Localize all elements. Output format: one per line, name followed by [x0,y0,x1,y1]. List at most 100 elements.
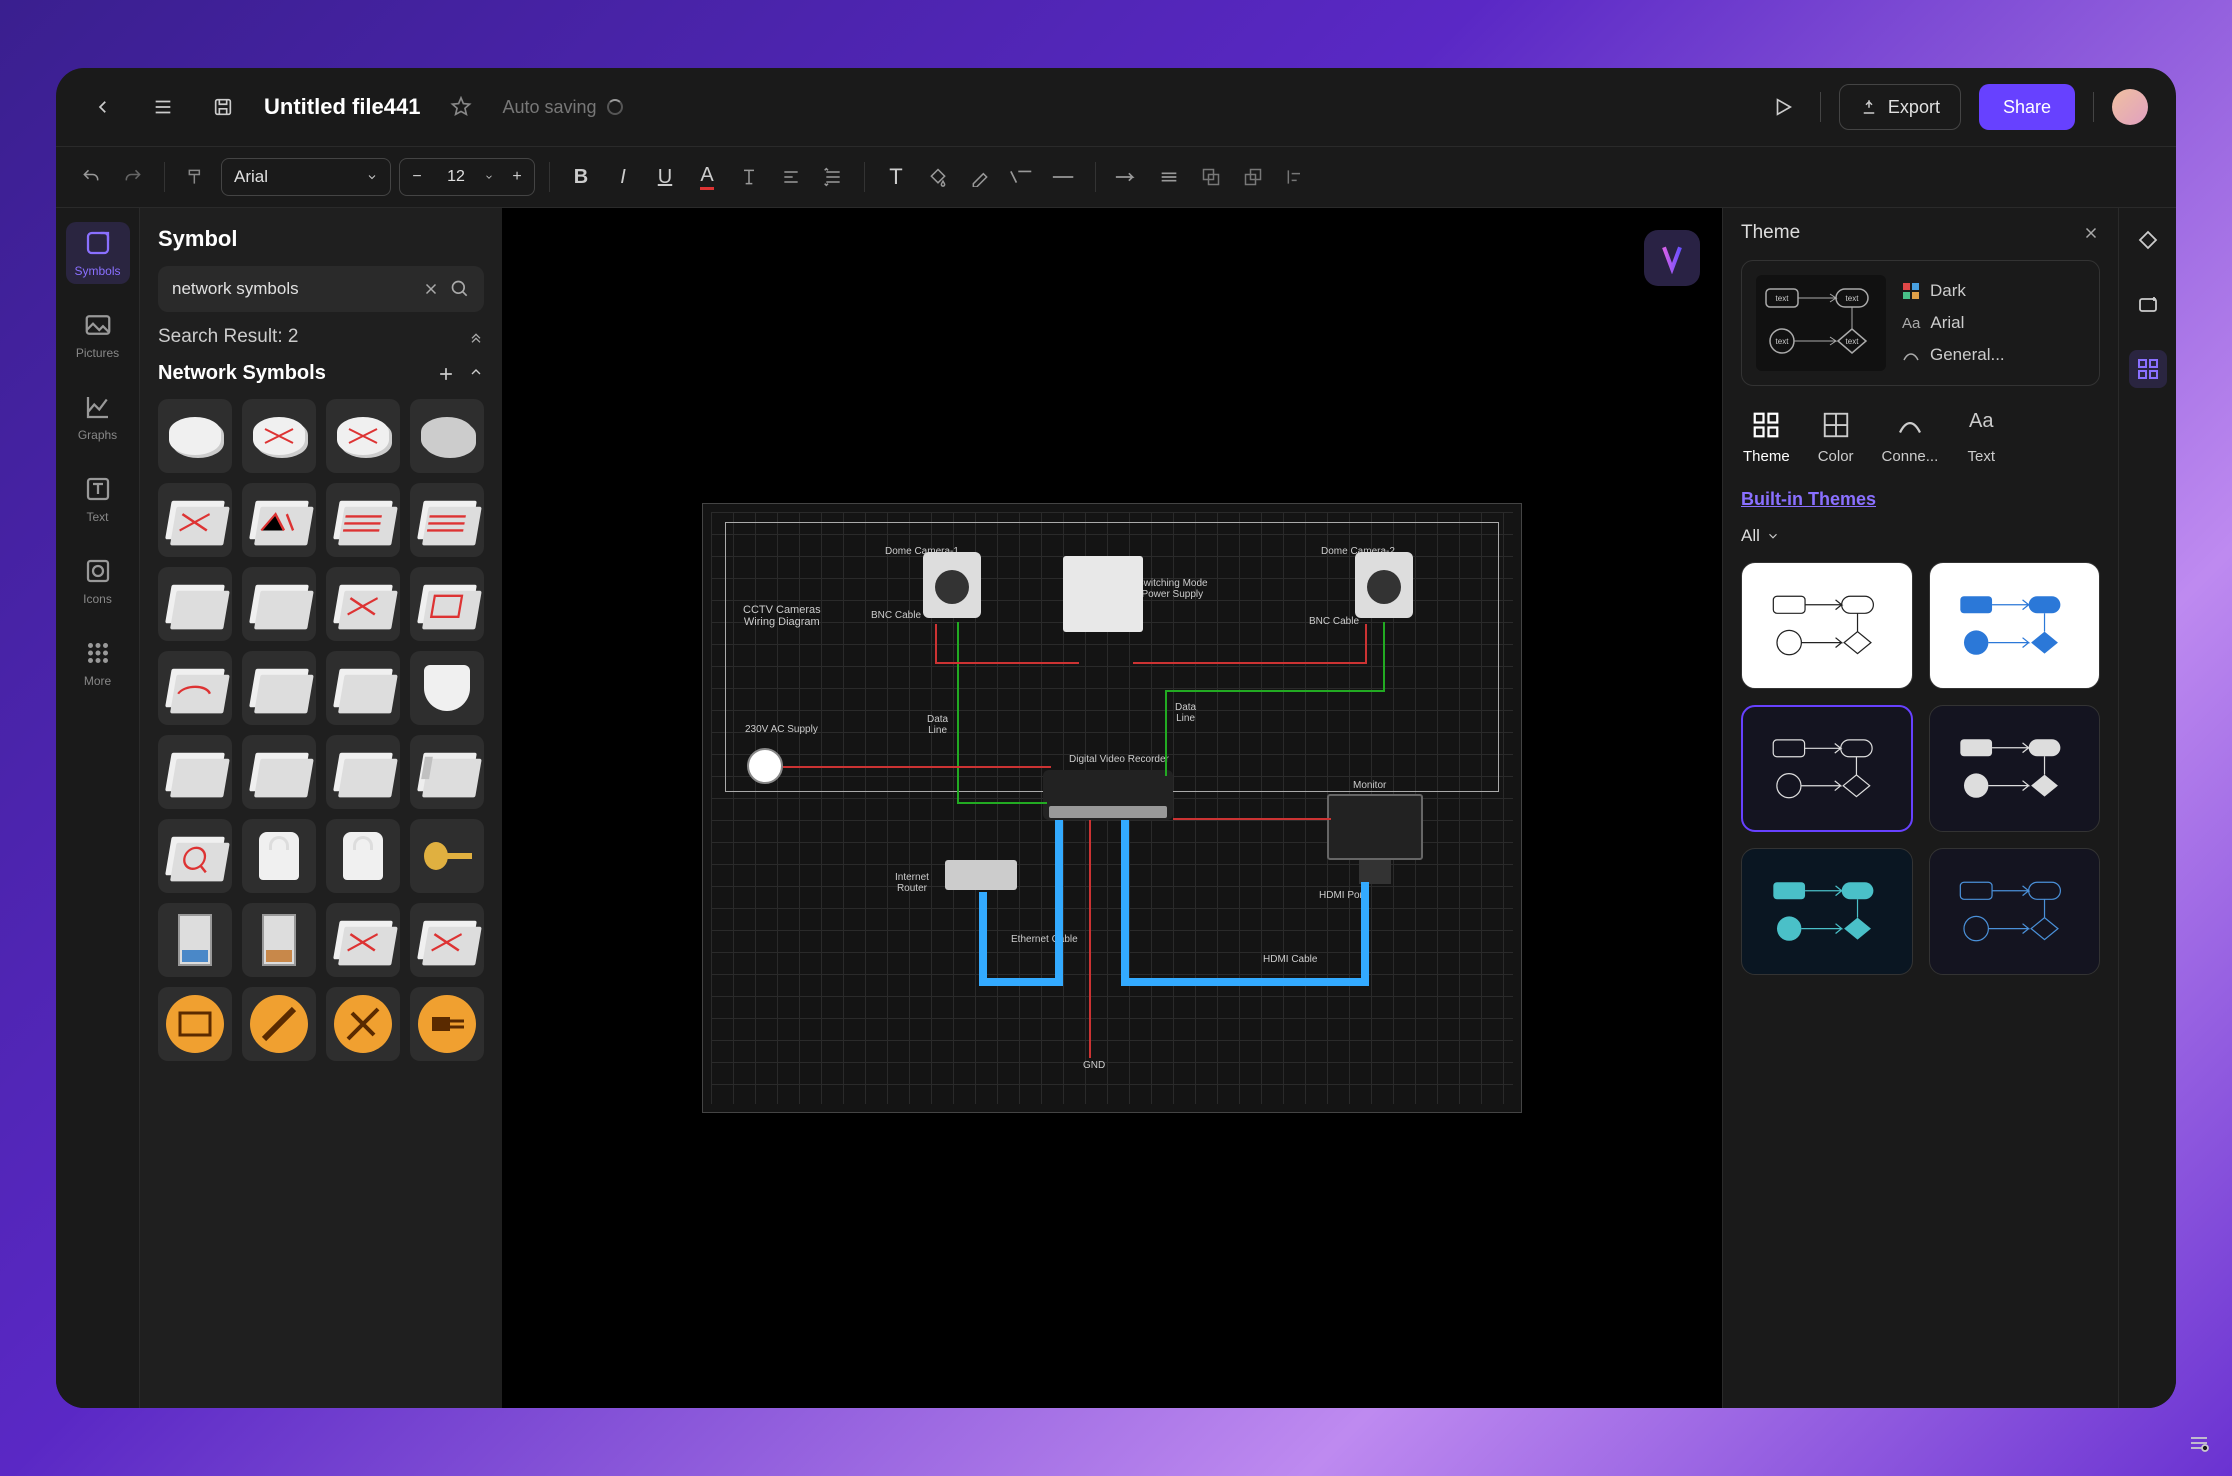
theme-card-selected[interactable] [1741,705,1913,832]
symbol-item[interactable] [242,735,316,809]
menu-button[interactable] [144,88,182,126]
symbol-item[interactable] [158,735,232,809]
symbol-item[interactable] [242,903,316,977]
symbol-item[interactable] [242,483,316,557]
font-size-plus[interactable]: + [500,158,534,196]
device-plug[interactable] [747,748,783,784]
collapse-icon[interactable] [468,329,484,345]
symbol-item[interactable] [242,819,316,893]
font-size-stepper[interactable]: − 12 + [399,158,535,196]
symbol-item[interactable] [158,903,232,977]
line-dash-button[interactable] [1047,160,1081,194]
symbol-item[interactable] [326,399,400,473]
symbol-item[interactable] [410,651,484,725]
insert-tool[interactable] [2129,286,2167,324]
fill-tool[interactable] [2129,222,2167,260]
symbol-item[interactable] [326,903,400,977]
bold-button[interactable]: B [564,160,598,194]
align-button[interactable] [774,160,808,194]
layer-back-button[interactable] [1236,160,1270,194]
symbol-item[interactable] [326,987,400,1061]
stroke-color-button[interactable] [963,160,997,194]
theme-card[interactable] [1929,562,2101,689]
undo-button[interactable] [74,160,108,194]
theme-tool[interactable] [2129,350,2167,388]
symbol-item[interactable] [158,651,232,725]
symbol-item[interactable] [326,483,400,557]
theme-card[interactable] [1741,848,1913,975]
device-router[interactable] [945,860,1017,890]
search-icon[interactable] [450,279,470,299]
symbol-item[interactable] [158,567,232,641]
symbol-item[interactable] [242,399,316,473]
search-input[interactable] [172,279,412,299]
symbol-item[interactable] [410,483,484,557]
symbol-item[interactable] [410,903,484,977]
symbol-item[interactable] [242,987,316,1061]
canvas[interactable]: CCTV Cameras Wiring Diagram Dome Camera-… [502,208,1722,1408]
theme-card[interactable] [1741,562,1913,689]
symbol-item[interactable] [326,651,400,725]
rail-graphs[interactable]: Graphs [66,386,130,448]
arrow-start-button[interactable] [1110,160,1144,194]
symbol-item[interactable] [158,987,232,1061]
symbol-item[interactable] [158,399,232,473]
close-icon[interactable] [2082,224,2100,242]
theme-card[interactable] [1929,848,2101,975]
rail-more[interactable]: More [66,632,130,694]
device-camera[interactable] [923,552,981,618]
font-size-minus[interactable]: − [400,158,434,196]
avatar[interactable] [2112,89,2148,125]
add-icon[interactable] [436,364,456,384]
share-button[interactable]: Share [1979,84,2075,130]
text-color-button[interactable]: A [690,160,724,194]
ai-assistant-button[interactable] [1644,230,1700,286]
symbol-item[interactable] [410,987,484,1061]
diagram[interactable]: CCTV Cameras Wiring Diagram Dome Camera-… [702,503,1522,1113]
italic-button[interactable]: I [606,160,640,194]
symbol-item[interactable] [410,735,484,809]
text-format-button[interactable] [732,160,766,194]
symbol-item[interactable] [410,819,484,893]
format-painter-button[interactable] [179,160,213,194]
tab-color[interactable]: Color [1818,410,1854,465]
symbol-item[interactable] [326,735,400,809]
clear-icon[interactable] [422,280,440,298]
rail-icons[interactable]: Icons [66,550,130,612]
line-style-button[interactable] [1005,160,1039,194]
font-select[interactable]: Arial [221,158,391,196]
favorite-button[interactable] [442,88,480,126]
symbol-item[interactable] [410,399,484,473]
chevron-up-icon[interactable] [468,364,484,380]
symbol-item[interactable] [326,567,400,641]
back-button[interactable] [84,88,122,126]
play-button[interactable] [1764,88,1802,126]
symbol-item[interactable] [158,483,232,557]
device-monitor[interactable] [1327,794,1423,860]
builtin-themes-link[interactable]: Built-in Themes [1741,489,1876,509]
export-button[interactable]: Export [1839,84,1961,130]
tab-theme[interactable]: Theme [1743,410,1790,465]
redo-button[interactable] [116,160,150,194]
device-camera[interactable] [1355,552,1413,618]
symbol-item[interactable] [158,819,232,893]
device-dvr[interactable] [1043,770,1173,820]
fill-button[interactable] [921,160,955,194]
save-icon[interactable] [204,88,242,126]
arrow-end-button[interactable] [1152,160,1186,194]
theme-card[interactable] [1929,705,2101,832]
align-objects-button[interactable] [1278,160,1312,194]
filter-select[interactable]: All [1741,526,2100,546]
rail-symbols[interactable]: Symbols [66,222,130,284]
underline-button[interactable]: U [648,160,682,194]
rail-text[interactable]: Text [66,468,130,530]
tab-connectors[interactable]: Conne... [1882,410,1939,465]
symbol-search[interactable] [158,266,484,312]
symbol-item[interactable] [410,567,484,641]
line-spacing-button[interactable] [816,160,850,194]
symbol-item[interactable] [326,819,400,893]
tab-text[interactable]: AaText [1966,410,1996,465]
text-tool-button[interactable]: T [879,160,913,194]
rail-pictures[interactable]: Pictures [66,304,130,366]
device-psu[interactable] [1063,556,1143,632]
